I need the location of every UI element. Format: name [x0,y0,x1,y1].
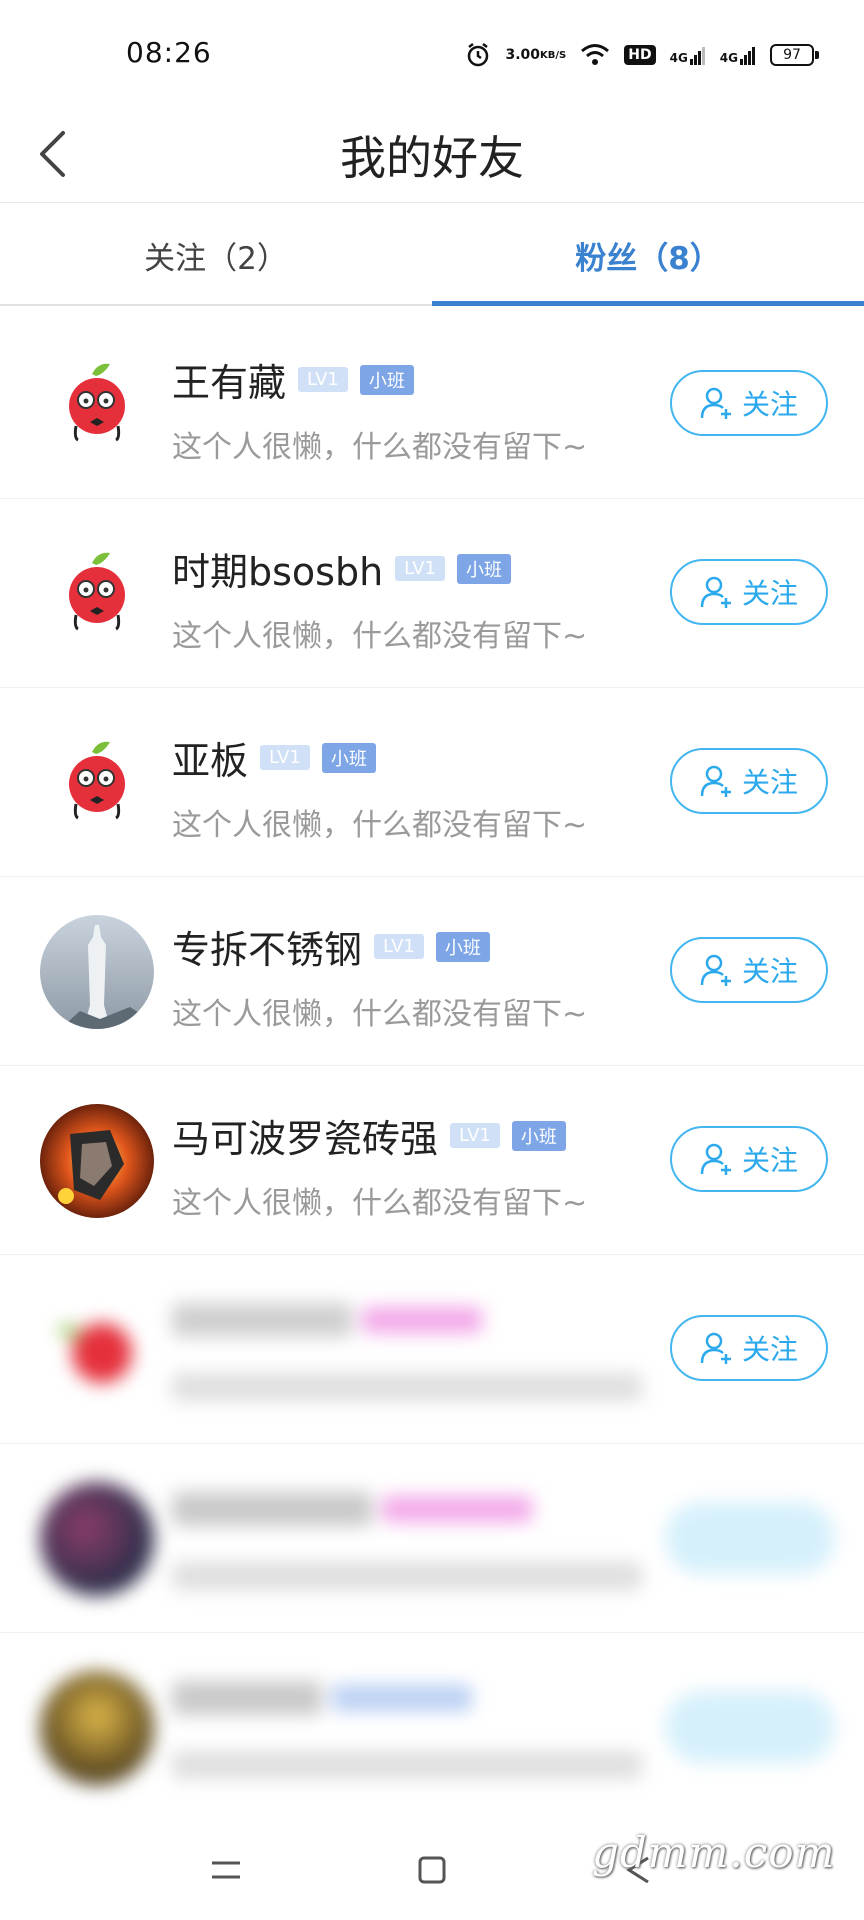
fan-bio: 这个人很懒，什么都没有留下~ [172,997,588,1032]
net-speed-unit: KB/S [540,49,567,61]
header: 我的好友 [0,104,864,203]
list-item[interactable]: 关注 [0,1255,864,1444]
watermark: gdmm.com [592,1828,836,1877]
follow-button[interactable]: 关注 [670,1315,828,1381]
list-item[interactable]: 王有藏 LV1 小班 这个人很懒，什么都没有留下~ 关注 [0,310,864,499]
avatar [40,1671,154,1785]
battery-icon: 97 [770,44,819,66]
blurred-name-line [172,1492,532,1526]
lychee-mascot-icon [40,726,154,840]
level-badge: LV1 [298,367,348,392]
tab-bar: 关注（2） 粉丝（8） [0,203,864,307]
statue-photo-icon [40,915,154,1029]
signal-icon-2: 4G [720,45,756,65]
list-item[interactable] [0,1444,864,1633]
add-user-icon [700,1143,731,1175]
list-item[interactable]: 时期bsosbh LV1 小班 这个人很懒，什么都没有留下~ 关注 [0,499,864,688]
name-line: 王有藏 LV1 小班 [172,352,414,407]
name-line: 亚板 LV1 小班 [172,730,376,785]
add-user-icon [700,576,731,608]
add-user-icon [700,765,731,797]
hd-badge: HD [624,45,656,65]
follow-button[interactable]: 关注 [670,370,828,436]
lychee-mascot-icon [40,1293,154,1407]
net-speed-value: 3.00 [505,46,541,63]
class-badge: 小班 [457,553,511,584]
wifi-icon [580,43,610,67]
add-user-icon [700,954,731,986]
blurred-name-line [172,1303,482,1337]
blurred-bio [172,1751,642,1779]
page-title: 我的好友 [340,131,524,185]
list-item[interactable]: 马可波罗瓷砖强 LV1 小班 这个人很懒，什么都没有留下~ 关注 [0,1066,864,1255]
add-user-icon [700,1332,731,1364]
lychee-mascot-icon [40,348,154,462]
name-line: 时期bsosbh LV1 小班 [172,541,511,596]
name-line: 马可波罗瓷砖强 LV1 小班 [172,1108,566,1163]
alarm-icon [465,42,491,68]
follow-button[interactable]: 关注 [670,937,828,1003]
blurred-name-line [172,1681,472,1715]
level-badge: LV1 [260,745,310,770]
tab-fans[interactable]: 粉丝（8） [432,203,864,307]
active-tab-indicator [432,301,864,306]
class-badge: 小班 [435,931,490,962]
fan-name: 专拆不锈钢 [172,928,363,972]
fan-list: 王有藏 LV1 小班 这个人很懒，什么都没有留下~ 关注 时期bsosbh LV… [0,310,864,1821]
follow-button[interactable]: 关注 [670,1126,828,1192]
fan-bio: 这个人很懒，什么都没有留下~ [172,619,588,654]
class-badge: 小班 [511,1120,566,1151]
fan-name: 时期bsosbh [172,550,384,594]
follow-label: 关注 [741,766,798,799]
level-badge: LV1 [395,556,445,581]
lychee-mascot-icon [40,537,154,651]
blurred-bio [172,1373,642,1401]
follow-label: 关注 [741,1333,798,1366]
follow-label: 关注 [741,577,798,610]
tab-divider [0,304,432,306]
fan-bio: 这个人很懒，什么都没有留下~ [172,430,588,465]
level-badge: LV1 [450,1123,500,1148]
menu-icon [212,1861,240,1879]
class-badge: 小班 [359,364,414,395]
fan-name: 王有藏 [172,361,287,405]
fan-bio: 这个人很懒，什么都没有留下~ [172,1186,588,1221]
level-badge: LV1 [374,934,424,959]
blurred-bio [172,1562,642,1590]
blurred-follow-button[interactable] [665,1502,835,1574]
fan-name: 亚板 [172,739,249,783]
avatar [40,1482,154,1596]
name-line: 专拆不锈钢 LV1 小班 [172,919,490,974]
add-user-icon [700,387,731,419]
status-bar: 08:26 3.00 KB/S HD 4G 4G 97 [0,0,864,104]
follow-button[interactable]: 关注 [670,748,828,814]
follow-button[interactable]: 关注 [670,559,828,625]
game-art-icon [40,1104,154,1218]
home-button[interactable] [402,1842,462,1898]
follow-label: 关注 [741,388,798,421]
follow-label: 关注 [741,955,798,988]
list-item[interactable]: 亚板 LV1 小班 这个人很懒，什么都没有留下~ 关注 [0,688,864,877]
blurred-follow-button[interactable] [665,1691,835,1763]
follow-label: 关注 [741,1144,798,1177]
list-item[interactable] [0,1633,864,1821]
class-badge: 小班 [321,742,376,773]
net-speed: 3.00 KB/S [505,46,567,63]
tab-following[interactable]: 关注（2） [0,203,432,307]
signal-icon-1: 4G [670,45,706,65]
home-icon [418,1856,446,1884]
fan-name: 马可波罗瓷砖强 [172,1117,439,1161]
status-icons: 3.00 KB/S HD 4G 4G 97 [465,38,819,72]
list-item[interactable]: 专拆不锈钢 LV1 小班 这个人很懒，什么都没有留下~ 关注 [0,877,864,1066]
fan-bio: 这个人很懒，什么都没有留下~ [172,808,588,843]
status-time: 08:26 [126,36,212,69]
menu-button[interactable] [196,1842,256,1898]
